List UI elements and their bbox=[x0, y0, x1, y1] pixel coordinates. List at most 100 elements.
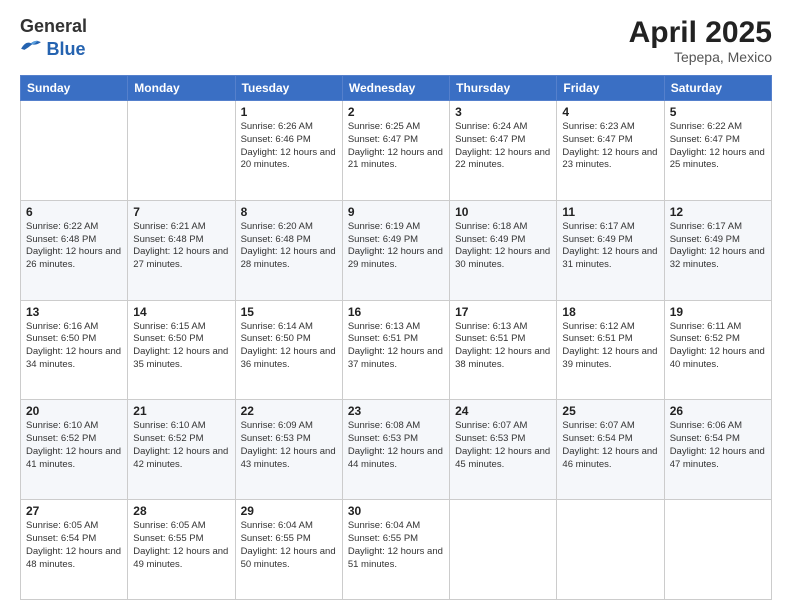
calendar-cell: 22 Sunrise: 6:09 AM Sunset: 6:53 PM Dayli… bbox=[235, 400, 342, 500]
calendar-table: SundayMondayTuesdayWednesdayThursdayFrid… bbox=[20, 75, 772, 600]
calendar-cell: 18 Sunrise: 6:12 AM Sunset: 6:51 PM Dayli… bbox=[557, 300, 664, 400]
day-number: 29 bbox=[241, 504, 337, 518]
calendar-cell: 4 Sunrise: 6:23 AM Sunset: 6:47 PM Daylig… bbox=[557, 101, 664, 201]
day-number: 26 bbox=[670, 404, 766, 418]
logo: General Blue bbox=[20, 16, 87, 60]
calendar-cell: 17 Sunrise: 6:13 AM Sunset: 6:51 PM Dayli… bbox=[450, 300, 557, 400]
day-number: 8 bbox=[241, 205, 337, 219]
calendar-cell bbox=[557, 500, 664, 600]
day-number: 27 bbox=[26, 504, 122, 518]
calendar-cell: 16Sunrise: 6:13 AM Sunset: 6:51 PM Dayli… bbox=[342, 300, 449, 400]
cell-info: Sunrise: 6:05 AM Sunset: 6:54 PM Dayligh… bbox=[26, 520, 122, 571]
day-number: 28 bbox=[133, 504, 229, 518]
calendar-cell: 14Sunrise: 6:15 AM Sunset: 6:50 PM Dayli… bbox=[128, 300, 235, 400]
day-number: 4 bbox=[562, 105, 658, 119]
title-block: April 2025 Tepepa, Mexico bbox=[629, 16, 772, 65]
calendar-cell: 19Sunrise: 6:11 AM Sunset: 6:52 PM Dayli… bbox=[664, 300, 771, 400]
cell-info: Sunrise: 6:10 AM Sunset: 6:52 PM Dayligh… bbox=[26, 420, 122, 471]
cell-info: Sunrise: 6:16 AM Sunset: 6:50 PM Dayligh… bbox=[26, 321, 122, 372]
calendar-cell: 24Sunrise: 6:07 AM Sunset: 6:53 PM Dayli… bbox=[450, 400, 557, 500]
col-header-monday: Monday bbox=[128, 76, 235, 101]
day-number: 20 bbox=[26, 404, 122, 418]
day-number: 10 bbox=[455, 205, 551, 219]
calendar-cell: 20 Sunrise: 6:10 AM Sunset: 6:52 PM Dayli… bbox=[21, 400, 128, 500]
calendar-cell: 15 Sunrise: 6:14 AM Sunset: 6:50 PM Dayli… bbox=[235, 300, 342, 400]
calendar-cell: 5 Sunrise: 6:22 AM Sunset: 6:47 PM Daylig… bbox=[664, 101, 771, 201]
calendar-cell: 3 Sunrise: 6:24 AM Sunset: 6:47 PM Daylig… bbox=[450, 101, 557, 201]
cell-info: Sunrise: 6:04 AM Sunset: 6:55 PM Dayligh… bbox=[348, 520, 444, 571]
month-title: April 2025 bbox=[629, 16, 772, 49]
header-row: SundayMondayTuesdayWednesdayThursdayFrid… bbox=[21, 76, 772, 101]
day-number: 16 bbox=[348, 305, 444, 319]
cell-info: Sunrise: 6:07 AM Sunset: 6:53 PM Dayligh… bbox=[455, 420, 551, 471]
cell-info: Sunrise: 6:22 AM Sunset: 6:47 PM Dayligh… bbox=[670, 121, 766, 172]
cell-info: Sunrise: 6:10 AM Sunset: 6:52 PM Dayligh… bbox=[133, 420, 229, 471]
day-number: 12 bbox=[670, 205, 766, 219]
week-row-2: 13 Sunrise: 6:16 AM Sunset: 6:50 PM Dayli… bbox=[21, 300, 772, 400]
calendar-cell: 28 Sunrise: 6:05 AM Sunset: 6:55 PM Dayli… bbox=[128, 500, 235, 600]
calendar-cell: 23Sunrise: 6:08 AM Sunset: 6:53 PM Dayli… bbox=[342, 400, 449, 500]
calendar-cell: 13 Sunrise: 6:16 AM Sunset: 6:50 PM Dayli… bbox=[21, 300, 128, 400]
cell-info: Sunrise: 6:21 AM Sunset: 6:48 PM Dayligh… bbox=[133, 221, 229, 272]
calendar-cell: 11 Sunrise: 6:17 AM Sunset: 6:49 PM Dayli… bbox=[557, 200, 664, 300]
cell-info: Sunrise: 6:20 AM Sunset: 6:48 PM Dayligh… bbox=[241, 221, 337, 272]
col-header-thursday: Thursday bbox=[450, 76, 557, 101]
calendar-cell: 27 Sunrise: 6:05 AM Sunset: 6:54 PM Dayli… bbox=[21, 500, 128, 600]
week-row-4: 27 Sunrise: 6:05 AM Sunset: 6:54 PM Dayli… bbox=[21, 500, 772, 600]
day-number: 30 bbox=[348, 504, 444, 518]
calendar-cell: 26 Sunrise: 6:06 AM Sunset: 6:54 PM Dayli… bbox=[664, 400, 771, 500]
header: General Blue April 2025 Tepepa, Mexico bbox=[20, 16, 772, 65]
calendar-cell: 12Sunrise: 6:17 AM Sunset: 6:49 PM Dayli… bbox=[664, 200, 771, 300]
calendar-cell: 8 Sunrise: 6:20 AM Sunset: 6:48 PM Daylig… bbox=[235, 200, 342, 300]
col-header-friday: Friday bbox=[557, 76, 664, 101]
cell-info: Sunrise: 6:26 AM Sunset: 6:46 PM Dayligh… bbox=[241, 121, 337, 172]
cell-info: Sunrise: 6:05 AM Sunset: 6:55 PM Dayligh… bbox=[133, 520, 229, 571]
day-number: 21 bbox=[133, 404, 229, 418]
cell-info: Sunrise: 6:23 AM Sunset: 6:47 PM Dayligh… bbox=[562, 121, 658, 172]
day-number: 11 bbox=[562, 205, 658, 219]
day-number: 1 bbox=[241, 105, 337, 119]
cell-info: Sunrise: 6:06 AM Sunset: 6:54 PM Dayligh… bbox=[670, 420, 766, 471]
day-number: 15 bbox=[241, 305, 337, 319]
col-header-tuesday: Tuesday bbox=[235, 76, 342, 101]
page: General Blue April 2025 Tepepa, Mexico S… bbox=[0, 0, 792, 612]
day-number: 3 bbox=[455, 105, 551, 119]
day-number: 25 bbox=[562, 404, 658, 418]
cell-info: Sunrise: 6:17 AM Sunset: 6:49 PM Dayligh… bbox=[562, 221, 658, 272]
cell-info: Sunrise: 6:19 AM Sunset: 6:49 PM Dayligh… bbox=[348, 221, 444, 272]
logo-text: General Blue bbox=[20, 16, 87, 60]
day-number: 17 bbox=[455, 305, 551, 319]
cell-info: Sunrise: 6:13 AM Sunset: 6:51 PM Dayligh… bbox=[455, 321, 551, 372]
day-number: 19 bbox=[670, 305, 766, 319]
cell-info: Sunrise: 6:14 AM Sunset: 6:50 PM Dayligh… bbox=[241, 321, 337, 372]
week-row-3: 20 Sunrise: 6:10 AM Sunset: 6:52 PM Dayli… bbox=[21, 400, 772, 500]
day-number: 7 bbox=[133, 205, 229, 219]
logo-general: General bbox=[20, 16, 87, 36]
calendar-cell bbox=[21, 101, 128, 201]
week-row-1: 6Sunrise: 6:22 AM Sunset: 6:48 PM Daylig… bbox=[21, 200, 772, 300]
day-number: 22 bbox=[241, 404, 337, 418]
logo-bird-icon bbox=[20, 37, 42, 55]
col-header-saturday: Saturday bbox=[664, 76, 771, 101]
day-number: 6 bbox=[26, 205, 122, 219]
subtitle: Tepepa, Mexico bbox=[629, 49, 772, 65]
cell-info: Sunrise: 6:12 AM Sunset: 6:51 PM Dayligh… bbox=[562, 321, 658, 372]
cell-info: Sunrise: 6:08 AM Sunset: 6:53 PM Dayligh… bbox=[348, 420, 444, 471]
cell-info: Sunrise: 6:09 AM Sunset: 6:53 PM Dayligh… bbox=[241, 420, 337, 471]
cell-info: Sunrise: 6:04 AM Sunset: 6:55 PM Dayligh… bbox=[241, 520, 337, 571]
col-header-wednesday: Wednesday bbox=[342, 76, 449, 101]
calendar-cell: 10 Sunrise: 6:18 AM Sunset: 6:49 PM Dayli… bbox=[450, 200, 557, 300]
week-row-0: 1 Sunrise: 6:26 AM Sunset: 6:46 PM Daylig… bbox=[21, 101, 772, 201]
cell-info: Sunrise: 6:18 AM Sunset: 6:49 PM Dayligh… bbox=[455, 221, 551, 272]
calendar-cell: 2Sunrise: 6:25 AM Sunset: 6:47 PM Daylig… bbox=[342, 101, 449, 201]
calendar-cell bbox=[450, 500, 557, 600]
day-number: 14 bbox=[133, 305, 229, 319]
cell-info: Sunrise: 6:24 AM Sunset: 6:47 PM Dayligh… bbox=[455, 121, 551, 172]
col-header-sunday: Sunday bbox=[21, 76, 128, 101]
calendar-cell bbox=[128, 101, 235, 201]
calendar-cell: 9Sunrise: 6:19 AM Sunset: 6:49 PM Daylig… bbox=[342, 200, 449, 300]
day-number: 18 bbox=[562, 305, 658, 319]
day-number: 5 bbox=[670, 105, 766, 119]
day-number: 13 bbox=[26, 305, 122, 319]
day-number: 2 bbox=[348, 105, 444, 119]
